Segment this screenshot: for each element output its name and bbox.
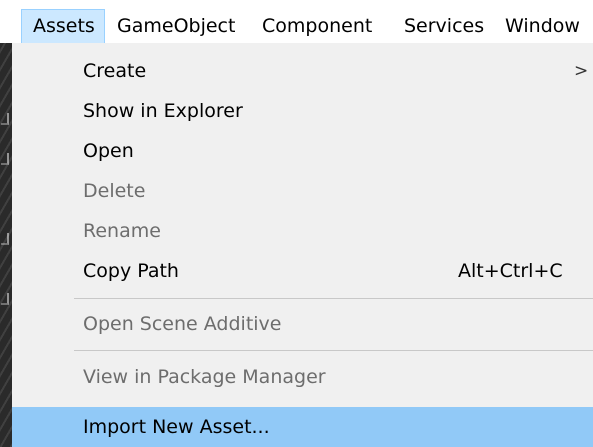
menu-item-label: Open (83, 140, 134, 162)
menu-item-shortcut: Alt+Ctrl+C (458, 260, 563, 282)
menu-item-delete: Delete (12, 171, 593, 211)
menu-item-label: Create (83, 60, 147, 82)
background-mark (1, 113, 9, 125)
menu-component[interactable]: Component (262, 9, 372, 43)
menu-window[interactable]: Window (505, 9, 580, 43)
menu-item-label: Show in Explorer (83, 100, 243, 122)
chevron-right-icon: > (574, 61, 589, 81)
menu-item-import-new-asset[interactable]: Import New Asset... (12, 407, 593, 447)
background-mark (1, 233, 9, 245)
menu-item-show-in-explorer[interactable]: Show in Explorer (12, 91, 593, 131)
editor-background-strip (0, 43, 12, 447)
background-mark (1, 293, 9, 305)
menu-assets[interactable]: Assets (21, 9, 105, 43)
menu-item-label: Copy Path (83, 260, 179, 282)
menu-item-label: Open Scene Additive (83, 313, 282, 335)
menu-item-label: Delete (83, 180, 146, 202)
menu-item-open[interactable]: Open (12, 131, 593, 171)
menu-item-rename: Rename (12, 211, 593, 251)
menu-separator (74, 298, 593, 299)
menu-gameobject[interactable]: GameObject (117, 9, 235, 43)
menu-item-view-in-package-manager: View in Package Manager (12, 357, 593, 397)
menu-item-copy-path[interactable]: Copy Path Alt+Ctrl+C (12, 251, 593, 291)
menu-services[interactable]: Services (404, 9, 484, 43)
menu-item-label: View in Package Manager (83, 366, 326, 388)
menu-item-open-scene-additive: Open Scene Additive (12, 304, 593, 344)
menu-item-create[interactable]: Create > (12, 51, 593, 91)
background-mark (1, 153, 9, 165)
menu-item-label: Import New Asset... (83, 416, 270, 438)
menu-bar: Assets GameObject Component Services Win… (0, 0, 593, 43)
menu-separator (74, 350, 593, 351)
menu-item-label: Rename (83, 220, 161, 242)
